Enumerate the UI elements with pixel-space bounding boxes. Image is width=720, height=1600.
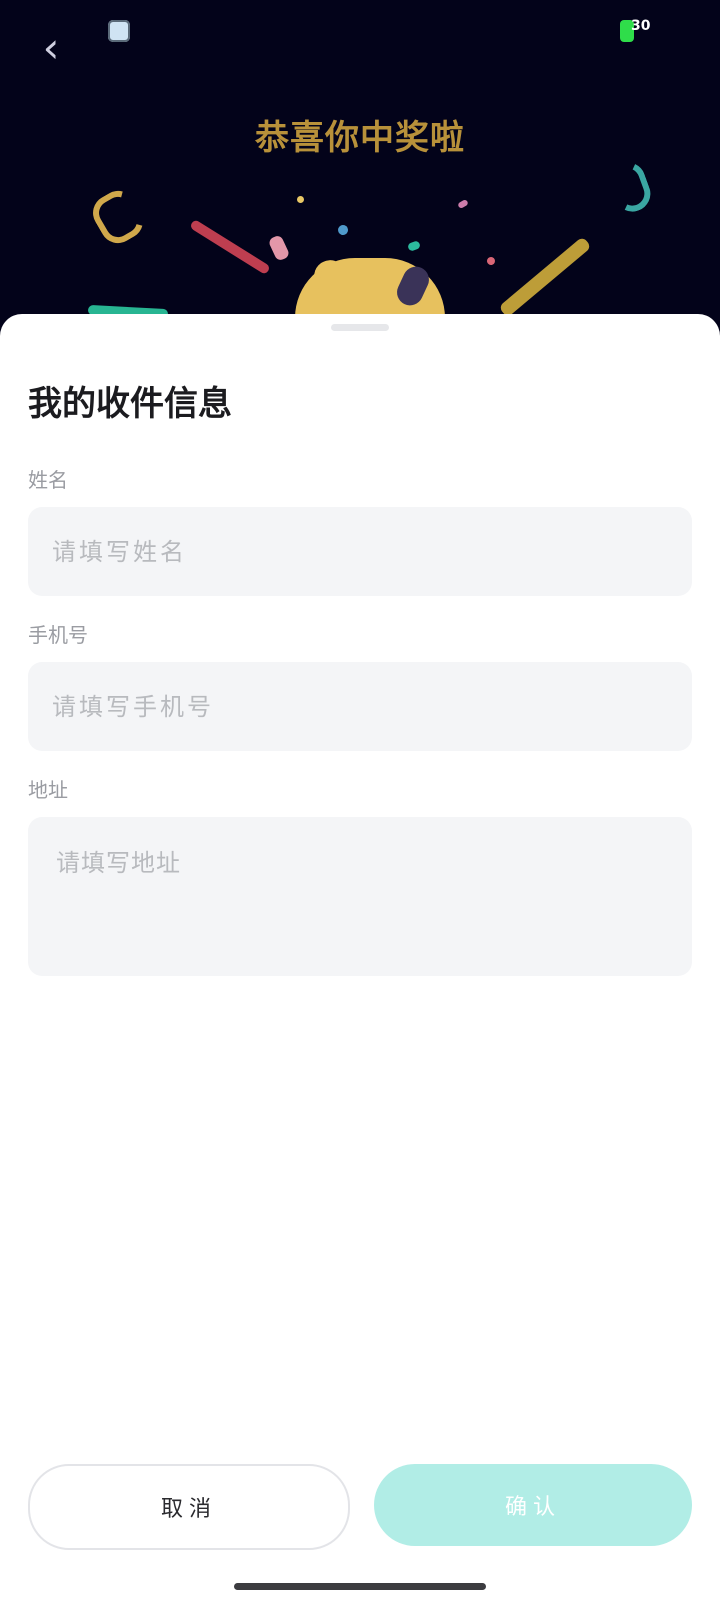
- drag-handle[interactable]: [331, 324, 389, 331]
- phone-field[interactable]: [28, 661, 692, 752]
- name-label: 姓名: [28, 468, 68, 492]
- confetti-piece: [406, 240, 422, 252]
- app-notification-icon: [108, 20, 130, 42]
- confetti-piece: [267, 234, 291, 262]
- cancel-button[interactable]: 取消: [28, 1464, 350, 1550]
- home-indicator[interactable]: [234, 1583, 486, 1590]
- confetti-curl: [604, 157, 656, 217]
- name-input[interactable]: [28, 506, 692, 597]
- address-field[interactable]: [28, 817, 692, 976]
- phone-label: 手机号: [28, 623, 88, 647]
- confetti-piece: [336, 223, 350, 237]
- name-field[interactable]: [28, 506, 692, 597]
- congrats-title: 恭喜你中奖啦: [255, 118, 465, 158]
- address-label: 地址: [28, 778, 68, 802]
- chevron-left-icon: ‹: [42, 23, 60, 72]
- confetti-ribbon: [498, 236, 592, 318]
- sheet-title: 我的收件信息: [28, 384, 232, 424]
- shipping-info-sheet: 我的收件信息 姓名 手机号 地址: [0, 314, 720, 1600]
- phone-input[interactable]: [28, 661, 692, 752]
- confetti-curl: [86, 184, 150, 250]
- address-textarea[interactable]: [28, 817, 692, 976]
- confetti-ribbon: [189, 218, 271, 276]
- confirm-button[interactable]: 确认: [374, 1464, 692, 1546]
- confetti-piece: [485, 255, 497, 267]
- battery-level: 30: [631, 18, 651, 34]
- back-button[interactable]: ‹: [34, 23, 68, 72]
- status-bar: 30: [0, 0, 720, 70]
- confetti-piece: [295, 194, 306, 205]
- confetti-piece: [457, 198, 469, 210]
